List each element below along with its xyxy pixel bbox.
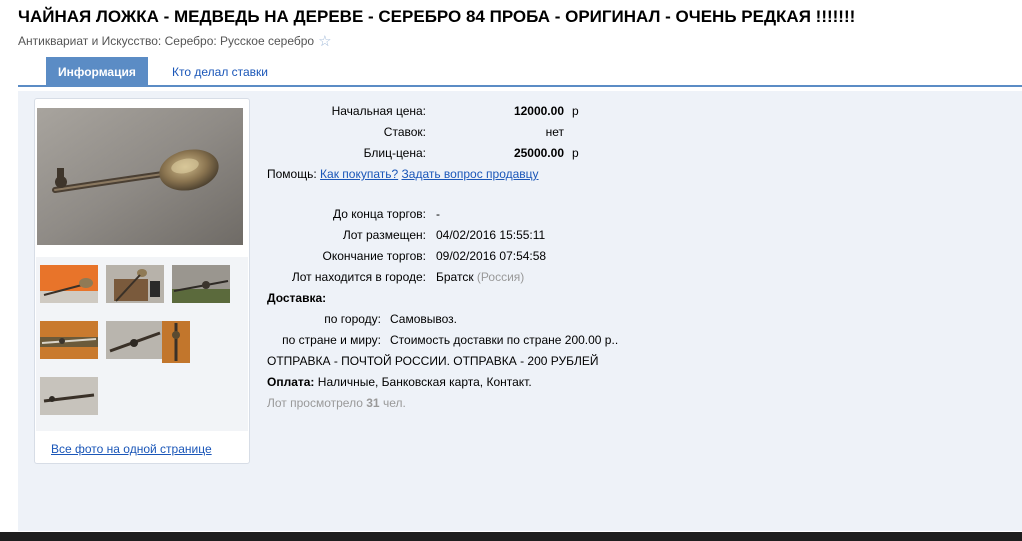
how-to-buy-link[interactable]: Как покупать? <box>320 167 398 181</box>
posted-row: Лот размещен: 04/02/2016 15:55:11 <box>266 227 686 243</box>
delivery-heading: Доставка: <box>267 291 327 305</box>
tab-bidders[interactable]: Кто делал ставки <box>160 57 280 85</box>
views-row: Лот просмотрело 31 чел. <box>267 395 406 411</box>
help-label: Помощь: <box>267 167 317 181</box>
views-suffix: чел. <box>382 396 406 410</box>
lot-panel: Все фото на одной странице Начальная цен… <box>18 91 1022 531</box>
time-left-row: До конца торгов: - <box>266 206 686 222</box>
thumbnail[interactable] <box>106 321 164 359</box>
start-price-unit: р <box>572 104 579 118</box>
delivery-city-value: Самовывоз. <box>390 312 458 326</box>
payment-value: Наличные, Банковская карта, Контакт. <box>317 375 532 389</box>
taskbar <box>0 532 1022 541</box>
thumbnail[interactable] <box>172 265 230 303</box>
tab-info[interactable]: Информация <box>46 57 148 85</box>
all-photos-link[interactable]: Все фото на одной странице <box>51 442 212 456</box>
shipping-note: ОТПРАВКА - ПОЧТОЙ РОССИИ. ОТПРАВКА - 200… <box>267 354 599 368</box>
thumbnail[interactable] <box>106 265 164 303</box>
end-row: Окончание торгов: 09/02/2016 07:54:58 <box>266 248 686 264</box>
city-value-wrap: Братск (Россия) <box>436 269 524 285</box>
payment-label: Оплата: <box>267 375 315 389</box>
star-icon[interactable]: ☆ <box>318 33 331 50</box>
page-title: ЧАЙНАЯ ЛОЖКА - МЕДВЕДЬ НА ДЕРЕВЕ - СЕРЕБ… <box>18 7 856 26</box>
views-count: 31 <box>366 396 380 410</box>
country-value: (Россия) <box>476 270 525 284</box>
delivery-country-value: Стоимость доставки по стране 200.00 р.. <box>390 333 619 347</box>
ask-seller-link[interactable]: Задать вопрос продавцу <box>402 167 539 181</box>
blitz-label: Блиц-цена: <box>363 146 426 160</box>
start-price-value: 12000.00 <box>513 104 564 118</box>
main-photo[interactable] <box>37 108 243 245</box>
time-left-value: - <box>436 207 440 221</box>
thumbnail-grid <box>36 257 248 431</box>
blitz-unit: р <box>572 146 579 160</box>
start-price-label: Начальная цена: <box>331 104 426 118</box>
thumbnail[interactable] <box>40 321 98 359</box>
breadcrumb-text[interactable]: Антиквариат и Искусство: Серебро: Русско… <box>18 34 314 48</box>
bids-row: Ставок: нет <box>266 124 686 140</box>
thumbnail[interactable] <box>162 321 190 363</box>
posted-label: Лот размещен: <box>342 228 426 242</box>
start-price-row: Начальная цена: 12000.00 р <box>266 103 686 119</box>
end-label: Окончание торгов: <box>322 249 427 263</box>
city-value: Братск <box>436 270 474 284</box>
bids-label: Ставок: <box>383 125 426 139</box>
end-value: 09/02/2016 07:54:58 <box>436 249 547 263</box>
tab-bar: Информация Кто делал ставки <box>18 57 1022 87</box>
bids-value: нет <box>545 125 564 139</box>
time-left-label: До конца торгов: <box>332 207 426 221</box>
delivery-country-row: по стране и миру: Стоимость доставки по … <box>266 332 686 348</box>
city-label: Лот находится в городе: <box>291 270 426 284</box>
help-row: Помощь: Как покупать? Задать вопрос прод… <box>267 166 687 182</box>
payment-row: Оплата: Наличные, Банковская карта, Конт… <box>267 374 532 390</box>
city-row: Лот находится в городе: Братск (Россия) <box>266 269 686 285</box>
thumbnail[interactable] <box>40 377 98 415</box>
posted-value: 04/02/2016 15:55:11 <box>436 228 546 242</box>
thumbnail[interactable] <box>40 265 98 303</box>
blitz-row: Блиц-цена: 25000.00 р <box>266 145 686 161</box>
delivery-city-label: по городу: <box>324 312 381 326</box>
breadcrumb: Антиквариат и Искусство: Серебро: Русско… <box>18 31 332 50</box>
views-prefix: Лот просмотрело <box>267 396 363 410</box>
blitz-value: 25000.00 <box>513 146 564 160</box>
delivery-country-label: по стране и миру: <box>282 333 381 347</box>
delivery-city-row: по городу: Самовывоз. <box>266 311 686 327</box>
